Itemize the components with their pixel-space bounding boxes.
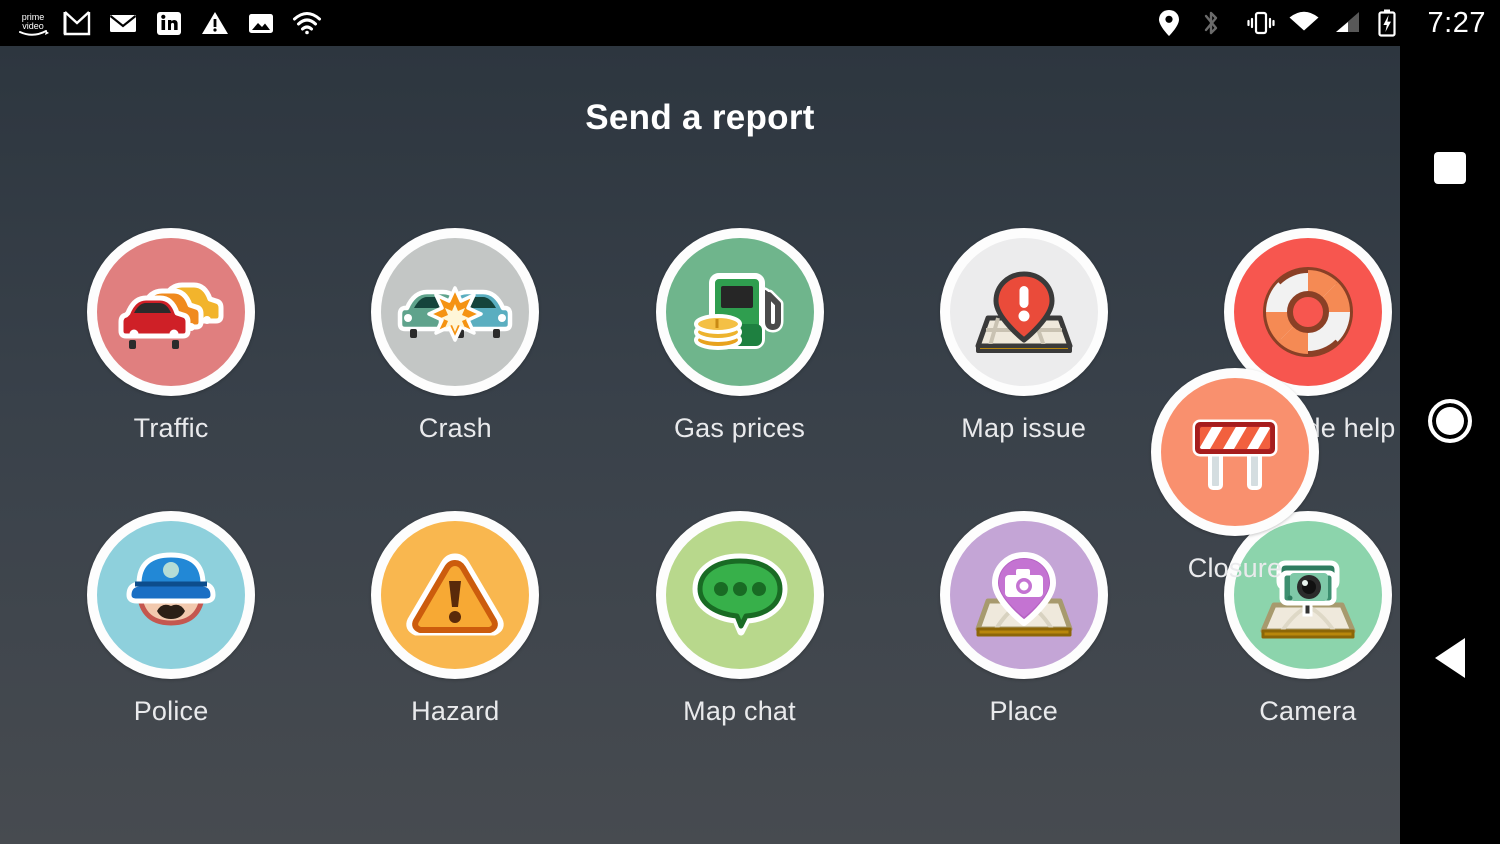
- report-option-crash[interactable]: Crash: [363, 228, 547, 444]
- closure-circle-fill: [1161, 378, 1309, 526]
- map-chat-circle-fill: [665, 521, 814, 669]
- warning-triangle-icon: [405, 549, 505, 641]
- home-button[interactable]: [1400, 391, 1500, 451]
- place-circle-fill: [949, 521, 1098, 669]
- recents-button[interactable]: [1400, 138, 1500, 198]
- page-title: Send a report: [585, 98, 815, 137]
- photos-icon: [246, 8, 276, 38]
- gas-pump-icon: [690, 262, 790, 362]
- closure-circle: [1151, 368, 1319, 536]
- circle-icon: [1428, 399, 1472, 443]
- report-option-closure[interactable]: Closure: [1130, 368, 1340, 584]
- hazard-circle-fill: [381, 521, 530, 669]
- report-option-label: Traffic: [133, 413, 209, 443]
- report-option-gas-prices[interactable]: Gas prices: [647, 228, 831, 444]
- status-bar-left-icons: prime video: [16, 8, 322, 38]
- android-navigation-bar: [1400, 46, 1500, 844]
- police-circle: [87, 511, 256, 679]
- report-option-hazard[interactable]: Hazard: [363, 511, 547, 727]
- report-option-traffic[interactable]: Traffic: [79, 228, 263, 444]
- car-crash-icon: [395, 276, 515, 348]
- traffic-circle-fill: [97, 238, 246, 386]
- vibrate-icon: [1244, 8, 1275, 38]
- place-circle: [939, 511, 1108, 679]
- status-bar-right-icons: 7:27: [1156, 8, 1486, 38]
- send-report-panel: Send a report Traffic Crash Gas prices M…: [0, 46, 1400, 844]
- battery-charging-icon: [1376, 8, 1406, 38]
- police-circle-fill: [97, 521, 246, 669]
- life-ring-icon: [1260, 264, 1356, 360]
- gas-prices-circle: [655, 228, 824, 396]
- report-option-map-issue[interactable]: Map issue: [932, 228, 1116, 444]
- crash-circle: [371, 228, 540, 396]
- gas-prices-circle-fill: [665, 238, 814, 386]
- report-option-label: Camera: [1259, 696, 1357, 726]
- triangle-left-icon: [1435, 638, 1465, 678]
- roadside-help-circle-fill: [1233, 238, 1382, 386]
- map-issue-pin-icon: [972, 260, 1076, 364]
- police-officer-icon: [117, 543, 225, 647]
- svg-text:video: video: [22, 21, 44, 31]
- report-option-police[interactable]: Police: [79, 511, 263, 727]
- report-option-label: Place: [989, 696, 1058, 726]
- square-icon: [1434, 152, 1466, 184]
- cell-signal-icon: [1332, 8, 1362, 38]
- map-issue-circle-fill: [949, 238, 1098, 386]
- road-barrier-icon: [1185, 408, 1285, 496]
- report-option-label: Gas prices: [673, 413, 806, 443]
- email-icon: [108, 8, 138, 38]
- map-issue-circle: [939, 228, 1108, 396]
- back-button[interactable]: [1400, 628, 1500, 688]
- wifi-icon: [292, 8, 322, 38]
- crash-circle-fill: [381, 238, 530, 386]
- traffic-cars-icon: [116, 269, 226, 355]
- linkedin-icon: [154, 8, 184, 38]
- bluetooth-icon: [1200, 8, 1230, 38]
- report-option-label: Hazard: [411, 696, 500, 726]
- phone-screen: prime video 7:27 Send a report Traffic C…: [0, 0, 1500, 844]
- map-chat-circle: [655, 511, 824, 679]
- report-option-map-chat[interactable]: Map chat: [647, 511, 831, 727]
- status-bar-clock: 7:27: [1427, 6, 1486, 39]
- traffic-circle: [87, 228, 256, 396]
- status-bar: prime video 7:27: [0, 0, 1500, 46]
- report-option-label: Map chat: [683, 696, 796, 726]
- hazard-circle: [371, 511, 540, 679]
- report-option-place[interactable]: Place: [932, 511, 1116, 727]
- gmail-icon: [62, 8, 92, 38]
- report-option-label: Closure: [1187, 553, 1283, 583]
- place-camera-pin-icon: [972, 543, 1076, 647]
- report-option-label: Crash: [418, 413, 492, 443]
- report-option-label: Police: [133, 696, 209, 726]
- prime-video-icon: prime video: [16, 8, 49, 38]
- location-pin-icon: [1156, 8, 1186, 38]
- speech-bubble-icon: [691, 551, 789, 639]
- report-option-label: Map issue: [961, 413, 1087, 443]
- warning-icon: [200, 8, 230, 38]
- wifi-icon: [1288, 8, 1319, 38]
